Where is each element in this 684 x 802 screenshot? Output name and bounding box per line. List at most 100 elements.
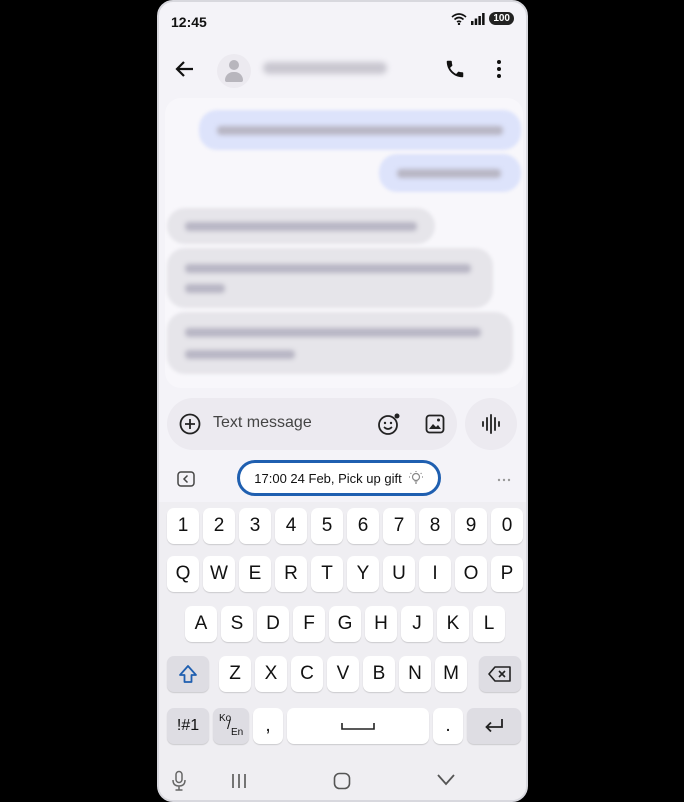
number-key-3[interactable]: 3 — [239, 508, 271, 544]
key-label: G — [337, 613, 353, 634]
emoji-icon[interactable] — [377, 412, 401, 436]
period-key[interactable]: . — [433, 708, 463, 744]
key-label: A — [194, 613, 208, 634]
key-label: 1 — [177, 515, 189, 536]
letter-key-b[interactable]: B — [363, 656, 395, 692]
letter-key-v[interactable]: V — [327, 656, 359, 692]
letter-key-u[interactable]: U — [383, 556, 415, 592]
letter-key-j[interactable]: J — [401, 606, 433, 642]
message-thread — [165, 98, 523, 388]
enter-key[interactable] — [467, 708, 521, 744]
letter-key-k[interactable]: K — [437, 606, 469, 642]
number-key-4[interactable]: 4 — [275, 508, 307, 544]
language-switch-key[interactable]: Ko / En — [213, 708, 249, 744]
key-label: Y — [356, 563, 370, 584]
voice-input-button[interactable] — [465, 398, 517, 450]
letter-key-w[interactable]: W — [203, 556, 235, 592]
contact-avatar[interactable] — [217, 54, 251, 88]
shift-arrow-icon — [179, 665, 197, 683]
letter-key-p[interactable]: P — [491, 556, 523, 592]
letter-key-h[interactable]: H — [365, 606, 397, 642]
wifi-icon — [451, 12, 467, 25]
symbols-key[interactable]: !#1 — [167, 708, 209, 744]
waveform-icon — [482, 414, 500, 434]
letter-key-e[interactable]: E — [239, 556, 271, 592]
backspace-icon — [488, 666, 511, 682]
more-options-icon[interactable] — [496, 59, 502, 79]
redacted-text — [185, 264, 471, 273]
received-message-3[interactable] — [167, 312, 513, 374]
number-key-6[interactable]: 6 — [347, 508, 379, 544]
battery-indicator: 100 — [489, 12, 514, 25]
key-label: I — [432, 563, 438, 584]
comma-key-label: , — [265, 715, 271, 736]
keyboard-suggestion-bar: 17:00 24 Feb, Pick up gift — [159, 458, 526, 502]
spacebar-key[interactable] — [287, 708, 429, 744]
back-arrow-icon[interactable] — [175, 59, 195, 79]
comma-key[interactable]: , — [253, 708, 283, 744]
key-label: O — [463, 563, 479, 584]
enter-icon — [485, 719, 503, 733]
key-label: K — [446, 613, 460, 634]
letter-key-l[interactable]: L — [473, 606, 505, 642]
recent-apps-icon[interactable] — [231, 773, 247, 789]
microphone-icon[interactable] — [171, 770, 187, 792]
home-icon[interactable] — [333, 772, 351, 790]
number-key-9[interactable]: 9 — [455, 508, 487, 544]
key-label: T — [321, 563, 333, 584]
letter-key-g[interactable]: G — [329, 606, 361, 642]
space-icon — [341, 723, 375, 730]
status-icons: 100 — [451, 12, 514, 25]
key-label: L — [483, 613, 495, 634]
gallery-icon[interactable] — [425, 414, 445, 434]
key-label: 4 — [285, 515, 297, 536]
redacted-text — [185, 222, 417, 231]
redacted-text — [397, 169, 501, 178]
more-toolbar-icon[interactable] — [497, 478, 511, 482]
number-key-8[interactable]: 8 — [419, 508, 451, 544]
number-key-5[interactable]: 5 — [311, 508, 343, 544]
letter-key-n[interactable]: N — [399, 656, 431, 692]
key-label: S — [230, 613, 244, 634]
add-attachment-icon[interactable] — [179, 413, 201, 435]
letter-key-d[interactable]: D — [257, 606, 289, 642]
collapse-toolbar-icon[interactable] — [177, 471, 195, 487]
letter-key-y[interactable]: Y — [347, 556, 379, 592]
letter-key-s[interactable]: S — [221, 606, 253, 642]
key-label: B — [372, 663, 386, 684]
letter-key-t[interactable]: T — [311, 556, 343, 592]
redacted-text — [185, 284, 225, 293]
letter-key-m[interactable]: M — [435, 656, 467, 692]
smart-suggestion-chip[interactable]: 17:00 24 Feb, Pick up gift — [237, 460, 441, 496]
letter-key-q[interactable]: Q — [167, 556, 199, 592]
number-key-7[interactable]: 7 — [383, 508, 415, 544]
key-label: X — [264, 663, 278, 684]
letter-key-x[interactable]: X — [255, 656, 287, 692]
letter-key-f[interactable]: F — [293, 606, 325, 642]
key-label: 9 — [465, 515, 477, 536]
key-label: 3 — [249, 515, 261, 536]
letter-key-z[interactable]: Z — [219, 656, 251, 692]
letter-key-o[interactable]: O — [455, 556, 487, 592]
key-label: J — [412, 613, 422, 634]
redacted-text — [185, 328, 481, 337]
back-nav-icon[interactable] — [437, 774, 455, 786]
received-message-2[interactable] — [167, 248, 493, 308]
key-label: 2 — [213, 515, 225, 536]
letter-key-c[interactable]: C — [291, 656, 323, 692]
language-label-bottom: En — [231, 727, 244, 738]
number-key-2[interactable]: 2 — [203, 508, 235, 544]
status-bar: 12:45 100 — [159, 2, 526, 42]
key-label: F — [303, 613, 315, 634]
signal-icon — [471, 12, 485, 25]
text-message-input[interactable]: Text message — [213, 414, 312, 432]
number-key-0[interactable]: 0 — [491, 508, 523, 544]
phone-call-icon[interactable] — [444, 58, 466, 80]
key-label: 0 — [501, 515, 513, 536]
letter-key-a[interactable]: A — [185, 606, 217, 642]
number-key-1[interactable]: 1 — [167, 508, 199, 544]
shift-key[interactable] — [167, 656, 209, 692]
backspace-key[interactable] — [479, 656, 521, 692]
letter-key-i[interactable]: I — [419, 556, 451, 592]
letter-key-r[interactable]: R — [275, 556, 307, 592]
